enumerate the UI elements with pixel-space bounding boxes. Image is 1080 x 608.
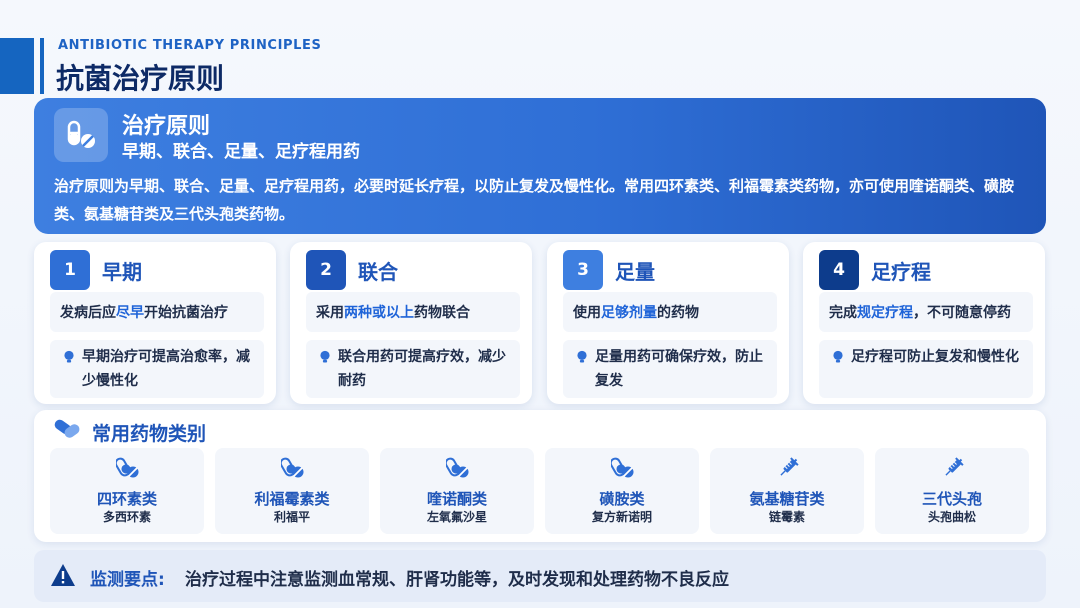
drug-category-name: 磺胺类 [599,490,645,508]
pills-icon [52,418,82,446]
step-title: 联合 [358,260,398,284]
drug-example: 左氧氟沙星 [426,510,487,524]
step-desc-highlight: 尽早 [116,305,144,321]
step-desc-highlight: 两种或以上 [344,305,414,321]
monitoring-text: 治疗过程中注意监测血常规、肝肾功能等，及时发现和处理药物不良反应 [185,570,729,590]
lightbulb-icon [833,350,843,363]
step-title: 足疗程 [871,260,931,284]
title-accent-line [40,38,44,94]
step-tip: 联合用药可提高疗效，减少耐药 [306,340,520,398]
step-number-badge: 1 [50,250,90,290]
drug-categories-title: 常用药物类别 [92,423,207,445]
drug-category-name: 利福霉素类 [254,490,330,508]
step-title: 早期 [102,260,142,284]
step-tip-text: 足疗程可防止复发和慢性化 [851,349,1019,365]
step-desc-text: ，不可随意停药 [913,305,1011,321]
step-tip: 足量用药可确保疗效，防止复发 [563,340,777,398]
drug-example: 复方新诺明 [591,510,652,524]
pills-icon [54,108,108,162]
step-number-badge: 2 [306,250,346,290]
step-desc-text: 发病后应 [60,305,116,321]
monitoring-note: 监测要点: 治疗过程中注意监测血常规、肝肾功能等，及时发现和处理药物不良反应 [34,550,1046,602]
page-subtitle: ANTIBIOTIC THERAPY PRINCIPLES [58,38,322,53]
drug-category-card: 利福霉素类 利福平 [215,448,369,534]
drug-category-card: 三代头孢 头孢曲松 [875,448,1029,534]
drug-category-card: 磺胺类 复方新诺明 [545,448,699,534]
drug-example: 链霉素 [768,510,805,524]
drug-example: 多西环素 [102,510,151,524]
step-title: 足量 [615,260,655,284]
syringe-icon [776,456,800,480]
pills-icon [609,456,635,480]
step-description: 发病后应 尽早 开始抗菌治疗 [50,292,264,332]
step-tip: 足疗程可防止复发和慢性化 [819,340,1033,398]
step-desc-text: 采用 [316,305,344,321]
step-desc-text: 使用 [573,305,601,321]
step-number-badge: 4 [819,250,859,290]
lightbulb-icon [64,350,74,363]
page-title: 抗菌治疗原则 [56,62,225,95]
drug-category-card: 氨基糖苷类 链霉素 [710,448,864,534]
step-tip-text: 早期治疗可提高治愈率，减少慢性化 [82,349,250,389]
syringe-icon [941,456,965,480]
step-desc-highlight: 足够剂量 [601,305,657,321]
drug-category-name: 氨基糖苷类 [749,490,825,508]
step-card: 3 足量使用 足够剂量 的药物足量用药可确保疗效，防止复发 [547,242,789,404]
banner-subtitle: 早期、联合、足量、足疗程用药 [122,142,360,162]
step-card: 1 早期发病后应 尽早 开始抗菌治疗早期治疗可提高治愈率，减少慢性化 [34,242,276,404]
step-tip-text: 足量用药可确保疗效，防止复发 [595,349,763,389]
monitoring-label: 监测要点: [90,570,165,590]
step-description: 完成 规定疗程 ，不可随意停药 [819,292,1033,332]
step-number-badge: 3 [563,250,603,290]
step-tip: 早期治疗可提高治愈率，减少慢性化 [50,340,264,398]
step-desc-text: 完成 [829,305,857,321]
title-accent-block [0,38,34,94]
drug-category-name: 喹诺酮类 [426,490,487,508]
step-desc-highlight: 规定疗程 [857,305,913,321]
drug-example: 头孢曲松 [927,510,976,524]
drug-category-name: 四环素类 [96,490,157,508]
step-card: 2 联合采用 两种或以上 药物联合联合用药可提高疗效，减少耐药 [290,242,532,404]
lightbulb-icon [320,350,330,363]
step-description: 使用 足够剂量 的药物 [563,292,777,332]
step-tip-text: 联合用药可提高疗效，减少耐药 [338,349,506,389]
principle-banner: 治疗原则 早期、联合、足量、足疗程用药 治疗原则为早期、联合、足量、足疗程用药，… [34,98,1046,234]
drug-category-card: 四环素类 多西环素 [50,448,204,534]
step-desc-text: 的药物 [657,305,699,321]
step-description: 采用 两种或以上 药物联合 [306,292,520,332]
pills-icon [279,456,305,480]
banner-description: 治疗原则为早期、联合、足量、足疗程用药，必要时延长疗程，以防止复发及慢性化。常用… [54,177,1015,223]
lightbulb-icon [577,350,587,363]
pills-icon [444,456,470,480]
step-card: 4 足疗程完成 规定疗程 ，不可随意停药足疗程可防止复发和慢性化 [803,242,1045,404]
step-desc-text: 开始抗菌治疗 [144,305,228,321]
pills-icon [114,456,140,480]
drug-category-name: 三代头孢 [921,490,982,508]
banner-title: 治疗原则 [122,114,211,139]
step-desc-text: 药物联合 [414,305,470,321]
warning-icon [50,563,76,591]
drug-example: 利福平 [273,510,310,524]
drug-categories-panel: 常用药物类别 四环素类 多西环素 利福霉素类 利福平 喹诺酮类 左氧氟沙星 磺胺类 复方新诺明… [34,410,1046,542]
drug-category-card: 喹诺酮类 左氧氟沙星 [380,448,534,534]
